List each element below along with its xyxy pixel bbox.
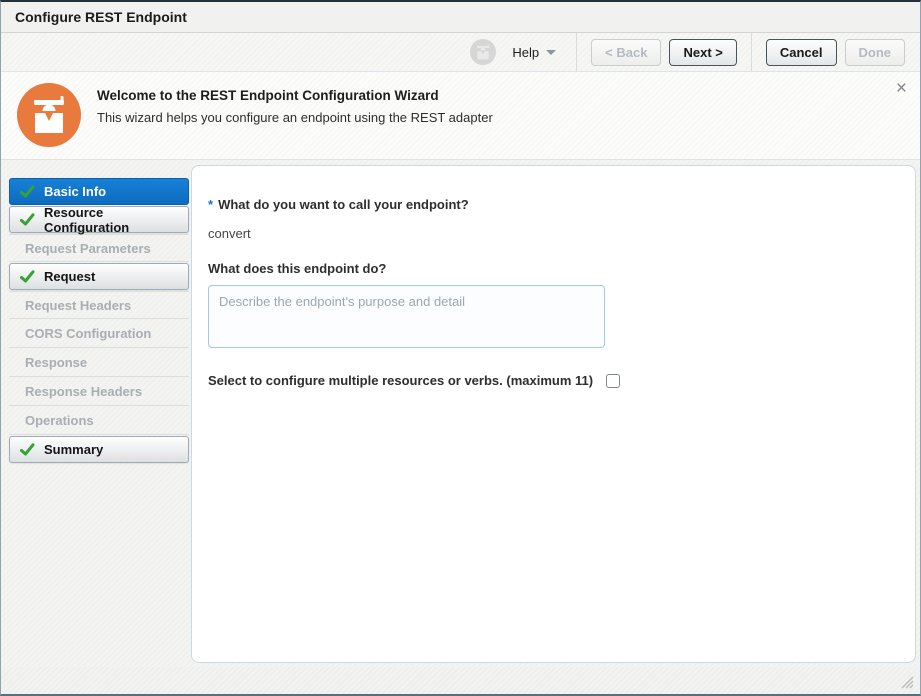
wizard-step-label: Resource Configuration bbox=[44, 205, 188, 235]
rest-adapter-icon-gray bbox=[470, 39, 496, 65]
green-check-icon bbox=[20, 270, 36, 284]
wizard-step-summary[interactable]: Summary bbox=[9, 436, 189, 463]
dialog-titlebar: Configure REST Endpoint bbox=[1, 2, 920, 33]
multiple-resources-label: Select to configure multiple resources o… bbox=[208, 373, 593, 388]
wizard-step-cors-configuration: CORS Configuration bbox=[9, 320, 189, 348]
banner-title: Welcome to the REST Endpoint Configurati… bbox=[97, 88, 880, 103]
green-check-icon bbox=[20, 185, 36, 199]
rest-adapter-icon-orange bbox=[17, 83, 81, 147]
dialog-title: Configure REST Endpoint bbox=[15, 9, 187, 25]
done-button: Done bbox=[845, 39, 906, 66]
help-label: Help bbox=[512, 45, 539, 60]
wizard-step-label: Response bbox=[25, 355, 87, 370]
resize-grip[interactable] bbox=[899, 674, 914, 689]
wizard-step-label: Request Parameters bbox=[25, 241, 151, 256]
back-button: < Back bbox=[591, 39, 661, 66]
close-icon[interactable]: × bbox=[896, 79, 907, 98]
green-check-icon bbox=[20, 443, 36, 457]
wizard-step-request-parameters: Request Parameters bbox=[9, 234, 189, 262]
wizard-step-response: Response bbox=[9, 349, 189, 377]
multiple-resources-checkbox[interactable] bbox=[606, 374, 620, 388]
endpoint-name-value: convert bbox=[208, 226, 895, 241]
welcome-banner: Welcome to the REST Endpoint Configurati… bbox=[1, 72, 920, 160]
wizard-toolbar: Help < Back Next > Cancel Done bbox=[1, 33, 920, 72]
wizard-step-label: Operations bbox=[25, 413, 94, 428]
wizard-step-label: Request Headers bbox=[25, 298, 131, 313]
wizard-step-request-headers: Request Headers bbox=[9, 291, 189, 319]
green-check-icon bbox=[20, 213, 36, 227]
wizard-step-request[interactable]: Request bbox=[9, 263, 189, 290]
next-button[interactable]: Next > bbox=[669, 39, 736, 66]
configure-rest-endpoint-dialog: Configure REST Endpoint Help < Back Next… bbox=[0, 0, 921, 696]
wizard-body: Basic Info Resource Configuration Reques… bbox=[1, 160, 920, 667]
basic-info-panel: *What do you want to call your endpoint?… bbox=[191, 165, 916, 663]
wizard-step-label: Response Headers bbox=[25, 384, 142, 399]
required-marker: * bbox=[208, 197, 213, 212]
toolbar-divider bbox=[751, 33, 752, 71]
wizard-step-operations: Operations bbox=[9, 407, 189, 435]
endpoint-description-label: What does this endpoint do? bbox=[208, 261, 895, 276]
wizard-step-label: Basic Info bbox=[44, 184, 106, 199]
dialog-footer bbox=[1, 667, 920, 694]
wizard-step-label: CORS Configuration bbox=[25, 326, 151, 341]
wizard-step-basic-info[interactable]: Basic Info bbox=[9, 178, 189, 205]
help-menu[interactable]: Help bbox=[512, 45, 556, 60]
cancel-button[interactable]: Cancel bbox=[766, 39, 837, 66]
banner-subtitle: This wizard helps you configure an endpo… bbox=[97, 110, 880, 125]
endpoint-description-input[interactable] bbox=[208, 285, 605, 348]
wizard-step-list: Basic Info Resource Configuration Reques… bbox=[9, 178, 189, 464]
wizard-step-label: Request bbox=[44, 269, 95, 284]
wizard-step-response-headers: Response Headers bbox=[9, 378, 189, 406]
toolbar-divider bbox=[576, 33, 577, 71]
wizard-step-resource-configuration[interactable]: Resource Configuration bbox=[9, 206, 189, 233]
endpoint-name-label: *What do you want to call your endpoint? bbox=[208, 197, 895, 212]
chevron-down-icon bbox=[546, 50, 556, 55]
wizard-step-label: Summary bbox=[44, 442, 103, 457]
